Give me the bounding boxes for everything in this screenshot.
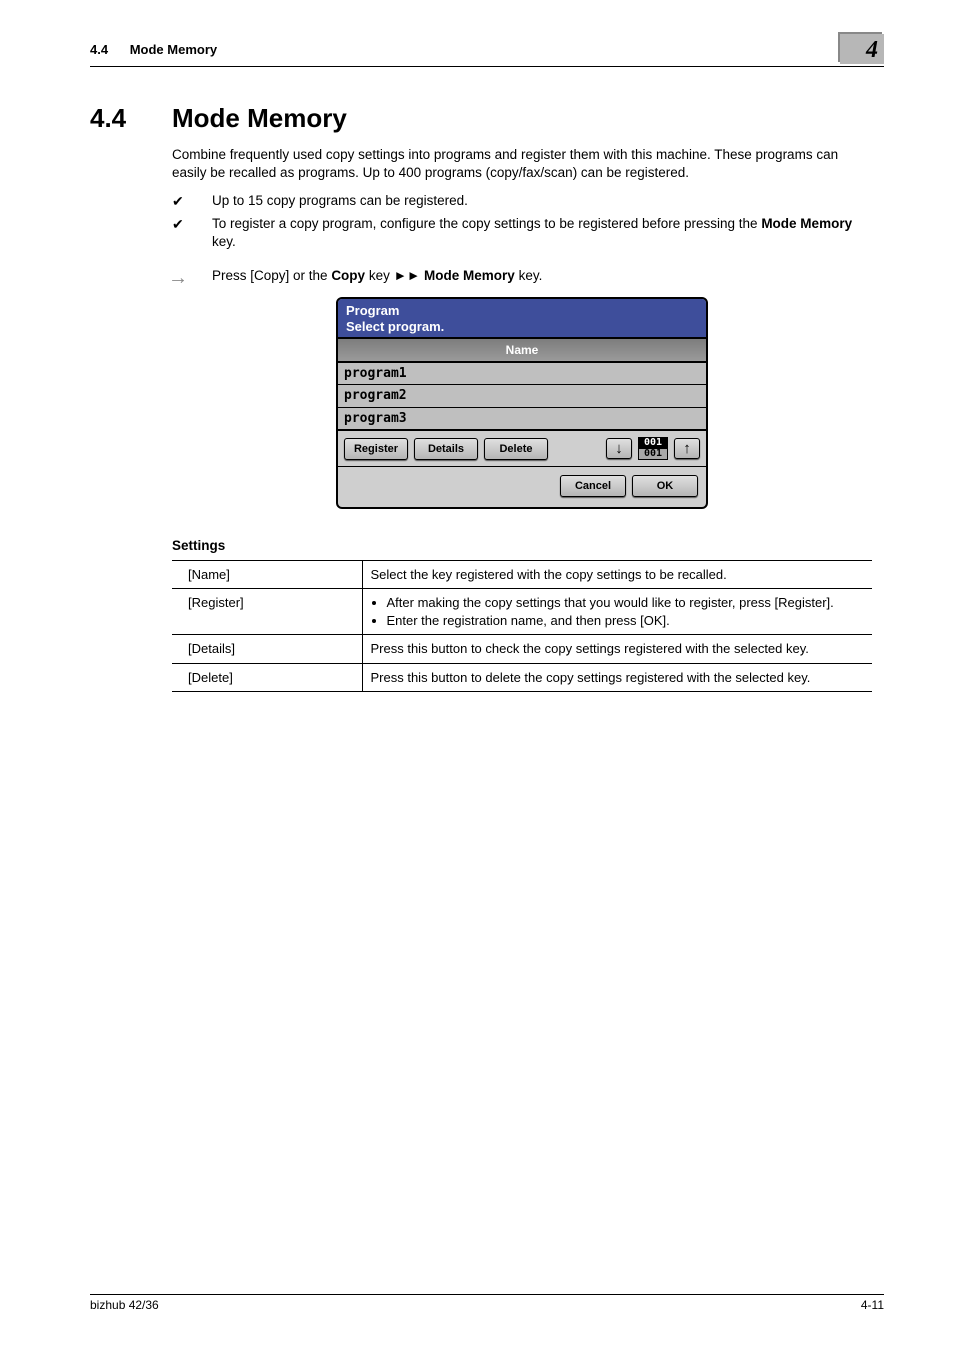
- lcd-name-header: Name: [338, 337, 706, 361]
- delete-button[interactable]: Delete: [484, 438, 548, 460]
- lcd-row[interactable]: program2: [338, 385, 706, 408]
- settings-table: [Name] Select the key registered with th…: [172, 560, 872, 693]
- running-header: 4.4 Mode Memory 4: [90, 34, 884, 67]
- lcd-title: Program Select program.: [338, 299, 706, 336]
- lcd-rows: program1 program2 program3: [338, 361, 706, 432]
- down-arrow-button[interactable]: ↓: [606, 438, 632, 459]
- arrow-instruction: Press [Copy] or the Copy key ►► Mode Mem…: [172, 267, 872, 285]
- settings-key: [Register]: [172, 589, 362, 635]
- lcd-button-row: Register Details Delete ↓ 001 001 ↑: [338, 431, 706, 467]
- table-row: [Name] Select the key registered with th…: [172, 560, 872, 589]
- footer-left: bizhub 42/36: [90, 1298, 159, 1312]
- settings-val: Press this button to delete the copy set…: [362, 663, 872, 692]
- chapter-badge: 4: [840, 34, 884, 64]
- intro-paragraph: Combine frequently used copy settings in…: [172, 146, 872, 182]
- section-number: 4.4: [90, 103, 172, 134]
- details-button[interactable]: Details: [414, 438, 478, 460]
- lcd-row[interactable]: program1: [338, 363, 706, 386]
- settings-val: Select the key registered with the copy …: [362, 560, 872, 589]
- settings-key: [Name]: [172, 560, 362, 589]
- lcd-screenshot: Program Select program. Name program1 pr…: [336, 297, 708, 509]
- settings-key: [Details]: [172, 635, 362, 664]
- check-item: To register a copy program, configure th…: [172, 215, 872, 251]
- lcd-footer: Cancel OK: [338, 467, 706, 507]
- lcd-row[interactable]: program3: [338, 408, 706, 431]
- check-list: Up to 15 copy programs can be registered…: [172, 192, 872, 251]
- running-header-left: 4.4 Mode Memory: [90, 42, 235, 57]
- check-item: Up to 15 copy programs can be registered…: [172, 192, 872, 210]
- table-row: [Details] Press this button to check the…: [172, 635, 872, 664]
- settings-key: [Delete]: [172, 663, 362, 692]
- page-indicator: 001 001: [638, 437, 668, 460]
- header-section-num: 4.4: [90, 42, 108, 57]
- up-arrow-button[interactable]: ↑: [674, 438, 700, 459]
- footer-right: 4-11: [861, 1298, 884, 1312]
- chapter-number: 4: [866, 37, 878, 64]
- table-row: [Delete] Press this button to delete the…: [172, 663, 872, 692]
- ok-button[interactable]: OK: [632, 475, 698, 497]
- page-footer: bizhub 42/36 4-11: [90, 1294, 884, 1312]
- settings-val: Press this button to check the copy sett…: [362, 635, 872, 664]
- header-section-name: Mode Memory: [130, 42, 217, 57]
- settings-val: After making the copy settings that you …: [362, 589, 872, 635]
- section-title: Mode Memory: [172, 103, 347, 134]
- section-heading: 4.4 Mode Memory: [90, 103, 884, 134]
- settings-title: Settings: [172, 537, 872, 555]
- table-row: [Register] After making the copy setting…: [172, 589, 872, 635]
- cancel-button[interactable]: Cancel: [560, 475, 626, 497]
- register-button[interactable]: Register: [344, 438, 408, 460]
